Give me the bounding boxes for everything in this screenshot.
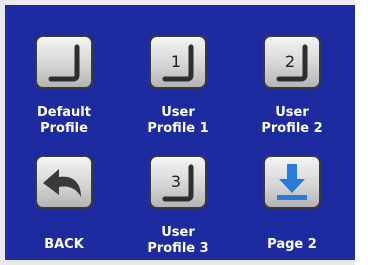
default-profile-label-line2: Profile [40, 121, 88, 136]
page-2-button[interactable] [263, 155, 321, 209]
profile-slot-icon: 1 [162, 44, 194, 82]
user-profile-3-label-line1: User [161, 225, 195, 240]
profile-slot-icon: 3 [162, 164, 194, 202]
profile-number: 3 [171, 172, 181, 191]
profile-number: 1 [171, 52, 181, 71]
profile-number: 2 [285, 52, 295, 71]
back-button[interactable] [35, 155, 93, 209]
user-profile-2-label-line1: User [275, 105, 309, 120]
user-profile-2-label-line2: Profile 2 [261, 121, 323, 136]
user-profile-1-label-line2: Profile 1 [147, 121, 209, 136]
profile-selection-screen: Default Profile 1 User Profile 1 2 User … [0, 0, 355, 265]
default-profile-label-line1: Default [37, 105, 91, 120]
user-profile-3-label-line2: Profile 3 [147, 241, 209, 256]
profile-slot-icon: 2 [276, 44, 308, 82]
back-arrow-icon [43, 169, 81, 197]
default-profile-button[interactable] [35, 35, 93, 89]
profile-slot-icon [48, 44, 80, 82]
user-profile-1-label-line1: User [161, 105, 195, 120]
user-profile-2-button[interactable]: 2 [263, 35, 321, 89]
back-label: BACK [44, 237, 84, 252]
page-down-arrow-icon [277, 164, 307, 200]
user-profile-1-button[interactable]: 1 [149, 35, 207, 89]
page-2-label: Page 2 [267, 237, 317, 252]
user-profile-3-button[interactable]: 3 [149, 155, 207, 209]
